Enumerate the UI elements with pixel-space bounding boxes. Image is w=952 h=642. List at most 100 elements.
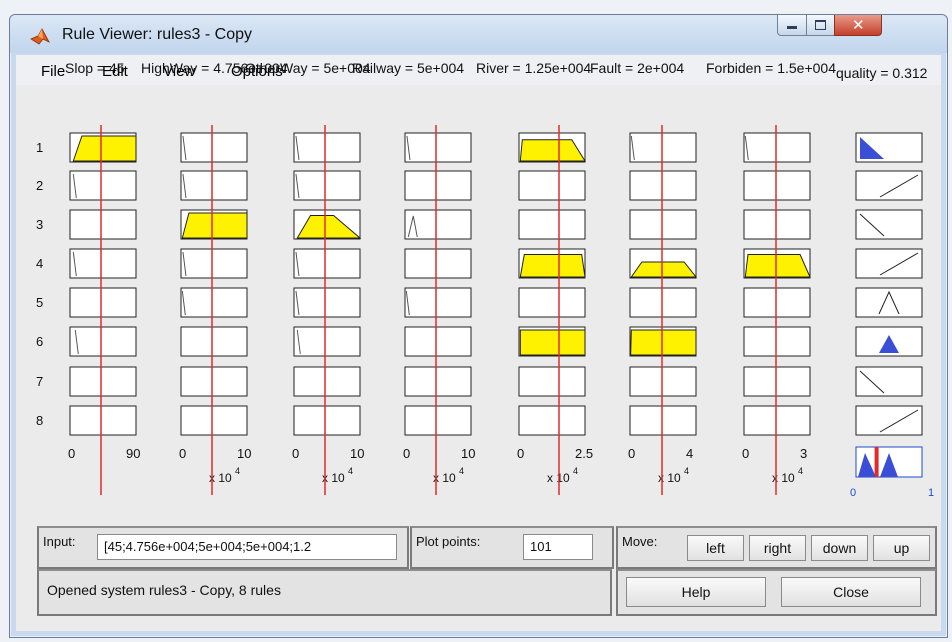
maximize-icon (815, 20, 826, 30)
axis-min-tick: 0 (742, 446, 749, 461)
output-min-tick: 0 (850, 487, 856, 499)
rule-viewer-window: Rule Viewer: rules3 - Copy ✕ File Edit V… (9, 14, 948, 638)
status-panel: Opened system rules3 - Copy, 8 rules (37, 569, 612, 616)
axis-exponent-sup: 4 (348, 466, 353, 476)
axis-min-tick: 0 (292, 446, 299, 461)
axis-max-tick: 2.5 (575, 446, 593, 461)
rule-number: 8 (36, 413, 43, 428)
membership-fill (744, 254, 811, 278)
output-variable-label: quality = 0.312 (836, 65, 928, 81)
plot-points-panel: Plot points: 101 (410, 526, 614, 569)
close-window-button[interactable]: ✕ (834, 15, 882, 36)
input-field[interactable]: [45;4.756e+004;5e+004;5e+004;1.2 (97, 534, 397, 560)
membership-plot (404, 170, 472, 201)
membership-plot (69, 209, 137, 240)
axis-exponent-sup: 4 (459, 466, 464, 476)
membership-fill (181, 212, 248, 239)
membership-fill (519, 254, 586, 278)
menu-file[interactable]: File (41, 63, 65, 80)
move-down-button[interactable]: down (811, 535, 868, 561)
help-close-panel: Help Close (616, 569, 937, 616)
membership-plot (743, 170, 811, 201)
membership-plot (293, 366, 361, 397)
output-membership-plot (855, 405, 923, 436)
output-indicator (874, 447, 879, 477)
rule-viewer-client: Slop = 45 HighWay = 4.756e+004 OtherWay … (16, 60, 941, 631)
minimize-icon (787, 26, 797, 29)
membership-plot (743, 209, 811, 240)
rule-number: 4 (36, 256, 43, 271)
membership-plot (629, 405, 697, 436)
axis-max-tick: 10 (350, 446, 364, 461)
axis-exponent-sup: 4 (573, 466, 578, 476)
output-max-tick: 1 (928, 487, 934, 499)
membership-plot (629, 170, 697, 201)
membership-plot (404, 287, 472, 318)
membership-plot (518, 209, 586, 240)
axis-min-tick: 0 (517, 446, 524, 461)
membership-fill (519, 329, 586, 356)
membership-plot (629, 366, 697, 397)
axis-max-tick: 10 (237, 446, 251, 461)
membership-plot (293, 248, 361, 279)
help-button[interactable]: Help (626, 577, 766, 607)
rule-number: 3 (36, 217, 43, 232)
membership-plot (180, 405, 248, 436)
membership-plot (293, 287, 361, 318)
membership-plot (518, 170, 586, 201)
output-membership-plot (855, 248, 923, 279)
rule-number: 2 (36, 178, 43, 193)
axis-max-tick: 90 (126, 446, 140, 461)
membership-plot (69, 366, 137, 397)
input-panel: Input: [45;4.756e+004;5e+004;5e+004;1.2 (37, 526, 409, 569)
rule-plot-area[interactable]: 123456780 10 90 0 10x 10 40 10x 10 40 10x 10 40 2.… (16, 85, 941, 505)
membership-plot (518, 287, 586, 318)
membership-plot (743, 326, 811, 357)
output-membership-plot (855, 366, 923, 397)
move-panel: Move: left right down up (616, 526, 937, 569)
move-left-button[interactable]: left (687, 535, 744, 561)
maximize-button[interactable] (806, 15, 835, 36)
membership-plot (180, 287, 248, 318)
input-variable-label: Slop = 45 (65, 60, 125, 76)
window-title: Rule Viewer: rules3 - Copy (62, 26, 253, 43)
membership-plot (293, 326, 361, 357)
move-up-button[interactable]: up (873, 535, 930, 561)
matlab-icon (30, 28, 50, 45)
membership-plot (404, 248, 472, 279)
membership-plot (293, 170, 361, 201)
membership-plot (180, 170, 248, 201)
rule-number: 5 (36, 295, 43, 310)
title-bar[interactable]: Rule Viewer: rules3 - Copy ✕ (10, 15, 947, 53)
membership-plot (69, 248, 137, 279)
membership-plot (69, 326, 137, 357)
membership-plot (69, 287, 137, 318)
membership-fill (630, 261, 698, 278)
minimize-button[interactable] (777, 15, 807, 36)
move-right-button[interactable]: right (749, 535, 806, 561)
input-variable-label: Forbiden = 1.5e+004 (706, 60, 836, 76)
close-icon: ✕ (852, 16, 865, 34)
axis-min-tick: 0 (179, 446, 186, 461)
input-variable-label: River = 1.25e+004 (476, 60, 592, 76)
plot-points-field[interactable]: 101 (523, 534, 593, 560)
membership-fill (72, 135, 137, 162)
axis-exponent-sup: 4 (235, 466, 240, 476)
axis-min-tick: 0 (68, 446, 75, 461)
axis-exponent-sup: 4 (798, 466, 803, 476)
membership-plot (518, 405, 586, 436)
membership-plot (69, 170, 137, 201)
axis-max-tick: 4 (686, 446, 693, 461)
rule-number: 6 (36, 334, 43, 349)
membership-plot (743, 405, 811, 436)
input-variable-label: Railway = 5e+004 (352, 60, 465, 76)
input-variable-label: Fault = 2e+004 (590, 60, 685, 76)
membership-plot (743, 287, 811, 318)
axis-max-tick: 10 (461, 446, 475, 461)
axis-min-tick: 0 (403, 446, 410, 461)
membership-plot (180, 366, 248, 397)
close-button[interactable]: Close (781, 577, 921, 607)
axis-min-tick: 0 (628, 446, 635, 461)
rule-number: 7 (36, 374, 43, 389)
membership-plot (180, 326, 248, 357)
